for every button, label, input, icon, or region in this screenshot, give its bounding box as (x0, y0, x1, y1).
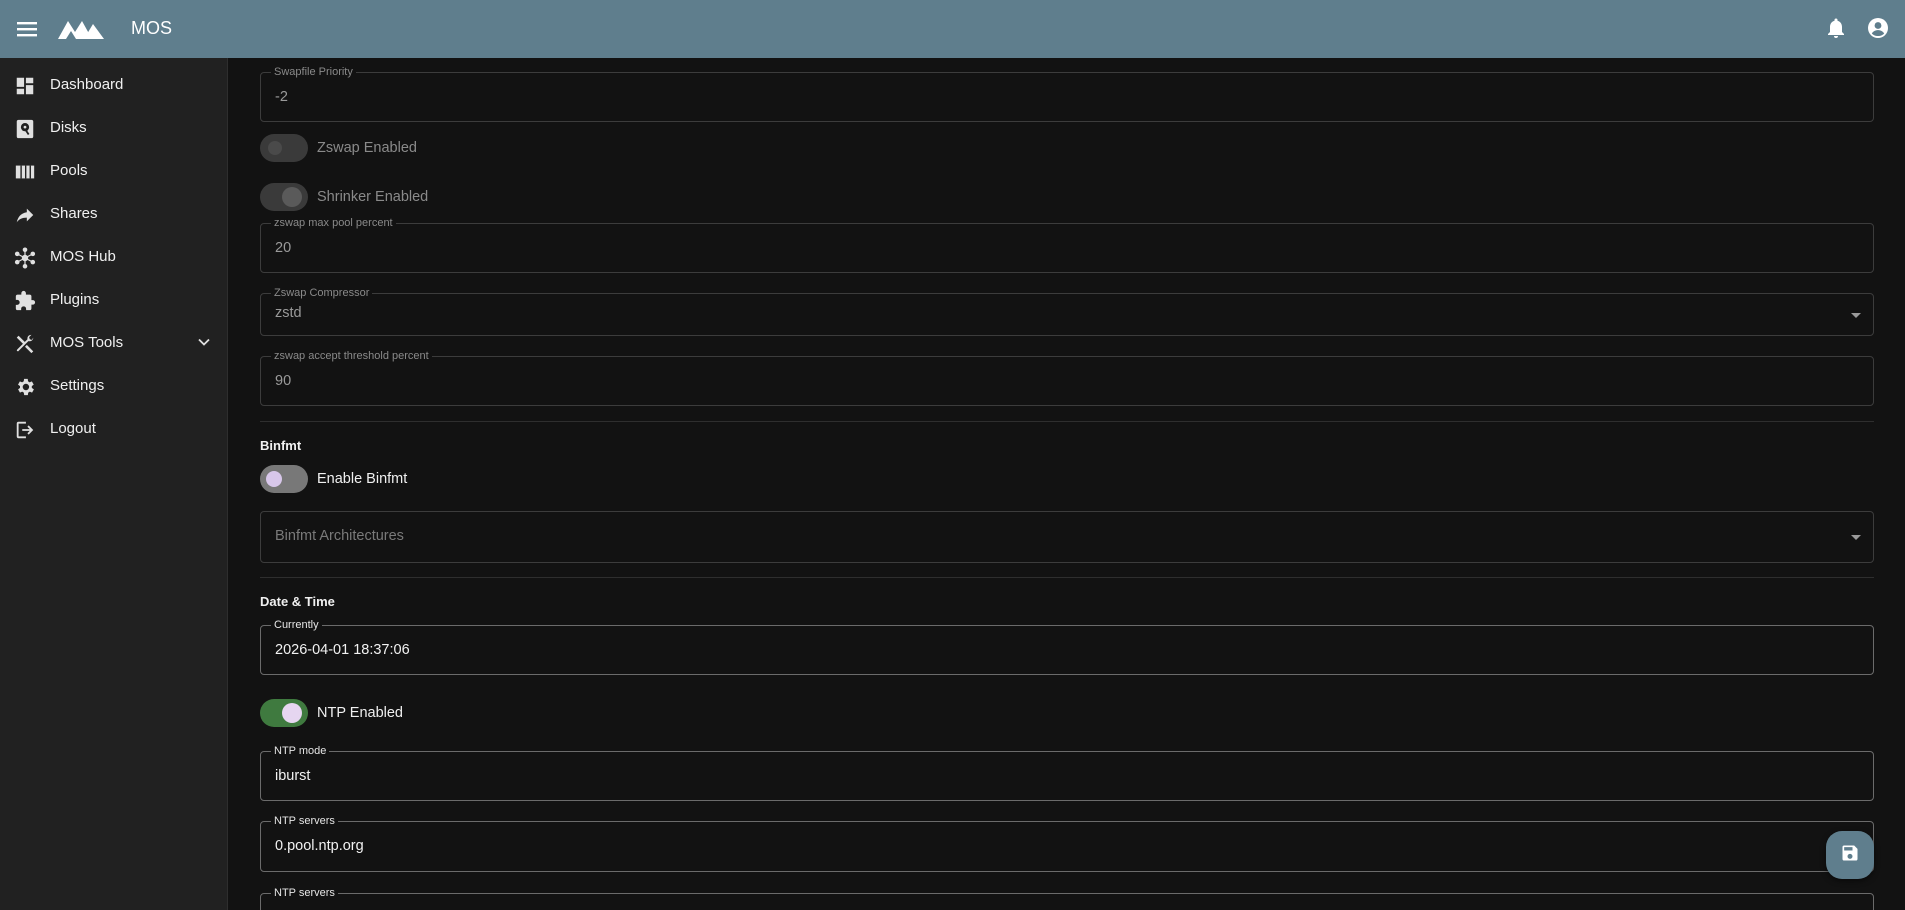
field-label: Currently (271, 618, 322, 632)
ntp-enabled-switch[interactable] (260, 699, 308, 727)
zswap-accept-threshold-field[interactable]: zswap accept threshold percent 90 (260, 349, 1874, 406)
enable-binfmt-toggle-row: Enable Binfmt (260, 464, 407, 494)
field-label: zswap accept threshold percent (271, 349, 432, 363)
sidebar-item-logout[interactable]: Logout (0, 411, 228, 447)
notifications-bell-icon[interactable] (1824, 16, 1848, 45)
field-label: Swapfile Priority (271, 65, 356, 79)
zswap-enabled-switch[interactable] (260, 134, 308, 162)
gear-icon (14, 376, 36, 398)
menu-icon[interactable] (14, 16, 40, 42)
sidebar-item-shares[interactable]: Shares (0, 196, 228, 232)
save-button[interactable] (1826, 831, 1874, 879)
field-label: NTP servers (271, 814, 338, 828)
sidebar-item-label: Shares (50, 205, 98, 222)
current-datetime-field[interactable]: Currently 2026-04-01 18:37:06 (260, 618, 1874, 675)
hub-icon (14, 247, 36, 269)
field-label: NTP mode (271, 744, 330, 758)
toggle-label: Zswap Enabled (317, 140, 417, 156)
pools-icon (14, 161, 36, 183)
sidebar: Dashboard Disks Pools Shares MOS Hub Plu… (0, 58, 228, 910)
sidebar-item-label: Disks (50, 119, 87, 136)
mos-logo[interactable] (58, 19, 104, 44)
share-icon (14, 204, 36, 226)
binfmt-architectures-select[interactable]: Binfmt Architectures (260, 511, 1874, 563)
puzzle-icon (14, 290, 36, 312)
sidebar-item-label: MOS Hub (50, 248, 116, 265)
binfmt-section-title: Binfmt (260, 438, 302, 453)
tools-icon (14, 333, 36, 355)
field-value: zstd (275, 305, 302, 321)
save-icon (1840, 843, 1860, 868)
sidebar-item-pools[interactable]: Pools (0, 153, 228, 189)
sidebar-item-settings[interactable]: Settings (0, 368, 228, 404)
logout-icon (14, 419, 36, 441)
field-value: iburst (275, 768, 311, 784)
disk-icon (14, 118, 36, 140)
sidebar-item-plugins[interactable]: Plugins (0, 282, 228, 318)
sidebar-item-disks[interactable]: Disks (0, 110, 228, 146)
field-value: -2 (275, 89, 288, 105)
field-value: 0.pool.ntp.org (275, 838, 364, 854)
app-title: MOS (131, 18, 173, 38)
sidebar-item-mos-hub[interactable]: MOS Hub (0, 239, 228, 275)
ntp-server-field[interactable]: NTP servers 0.pool.ntp.org (260, 814, 1874, 872)
sidebar-item-label: Dashboard (50, 76, 124, 93)
top-app-bar: MOS (0, 0, 1905, 58)
zswap-enabled-toggle-row: Zswap Enabled (260, 133, 417, 163)
dashboard-icon (14, 75, 36, 97)
account-icon[interactable] (1866, 16, 1890, 45)
field-value: 2026-04-01 18:37:06 (275, 642, 410, 658)
section-divider (260, 421, 1874, 422)
sidebar-item-label: MOS Tools (50, 334, 124, 351)
toggle-label: Enable Binfmt (317, 471, 408, 487)
select-placeholder: Binfmt Architectures (275, 528, 404, 544)
zswap-compressor-select[interactable]: Zswap Compressor zstd (260, 286, 1874, 336)
shrinker-enabled-toggle-row: Shrinker Enabled (260, 182, 428, 212)
chevron-down-icon[interactable] (196, 334, 212, 354)
sidebar-item-label: Settings (50, 377, 105, 394)
section-divider (260, 577, 1874, 578)
ntp-mode-field[interactable]: NTP mode iburst (260, 744, 1874, 801)
sidebar-item-dashboard[interactable]: Dashboard (0, 67, 228, 103)
ntp-server-field[interactable]: NTP servers (260, 886, 1874, 910)
field-label: zswap max pool percent (271, 216, 396, 230)
field-value: 20 (275, 240, 292, 256)
sidebar-item-label: Logout (50, 420, 96, 437)
sidebar-item-mos-tools[interactable]: MOS Tools (0, 325, 228, 361)
field-label: NTP servers (271, 886, 338, 900)
zswap-max-pool-percent-field[interactable]: zswap max pool percent 20 (260, 216, 1874, 273)
ntp-enabled-toggle-row: NTP Enabled (260, 698, 403, 728)
swapfile-priority-field[interactable]: Swapfile Priority -2 (260, 65, 1874, 122)
dropdown-arrow-icon[interactable] (1851, 313, 1861, 318)
field-value: 90 (275, 373, 292, 389)
shrinker-enabled-switch[interactable] (260, 183, 308, 211)
sidebar-item-label: Plugins (50, 291, 100, 308)
settings-content: Swapfile Priority -2 Zswap Enabled Shrin… (229, 58, 1905, 910)
sidebar-item-label: Pools (50, 162, 88, 179)
dropdown-arrow-icon[interactable] (1851, 535, 1861, 540)
toggle-label: NTP Enabled (317, 705, 403, 721)
date-time-section-title: Date & Time (260, 594, 335, 609)
enable-binfmt-switch[interactable] (260, 465, 308, 493)
toggle-label: Shrinker Enabled (317, 189, 429, 205)
field-label: Zswap Compressor (271, 286, 373, 300)
